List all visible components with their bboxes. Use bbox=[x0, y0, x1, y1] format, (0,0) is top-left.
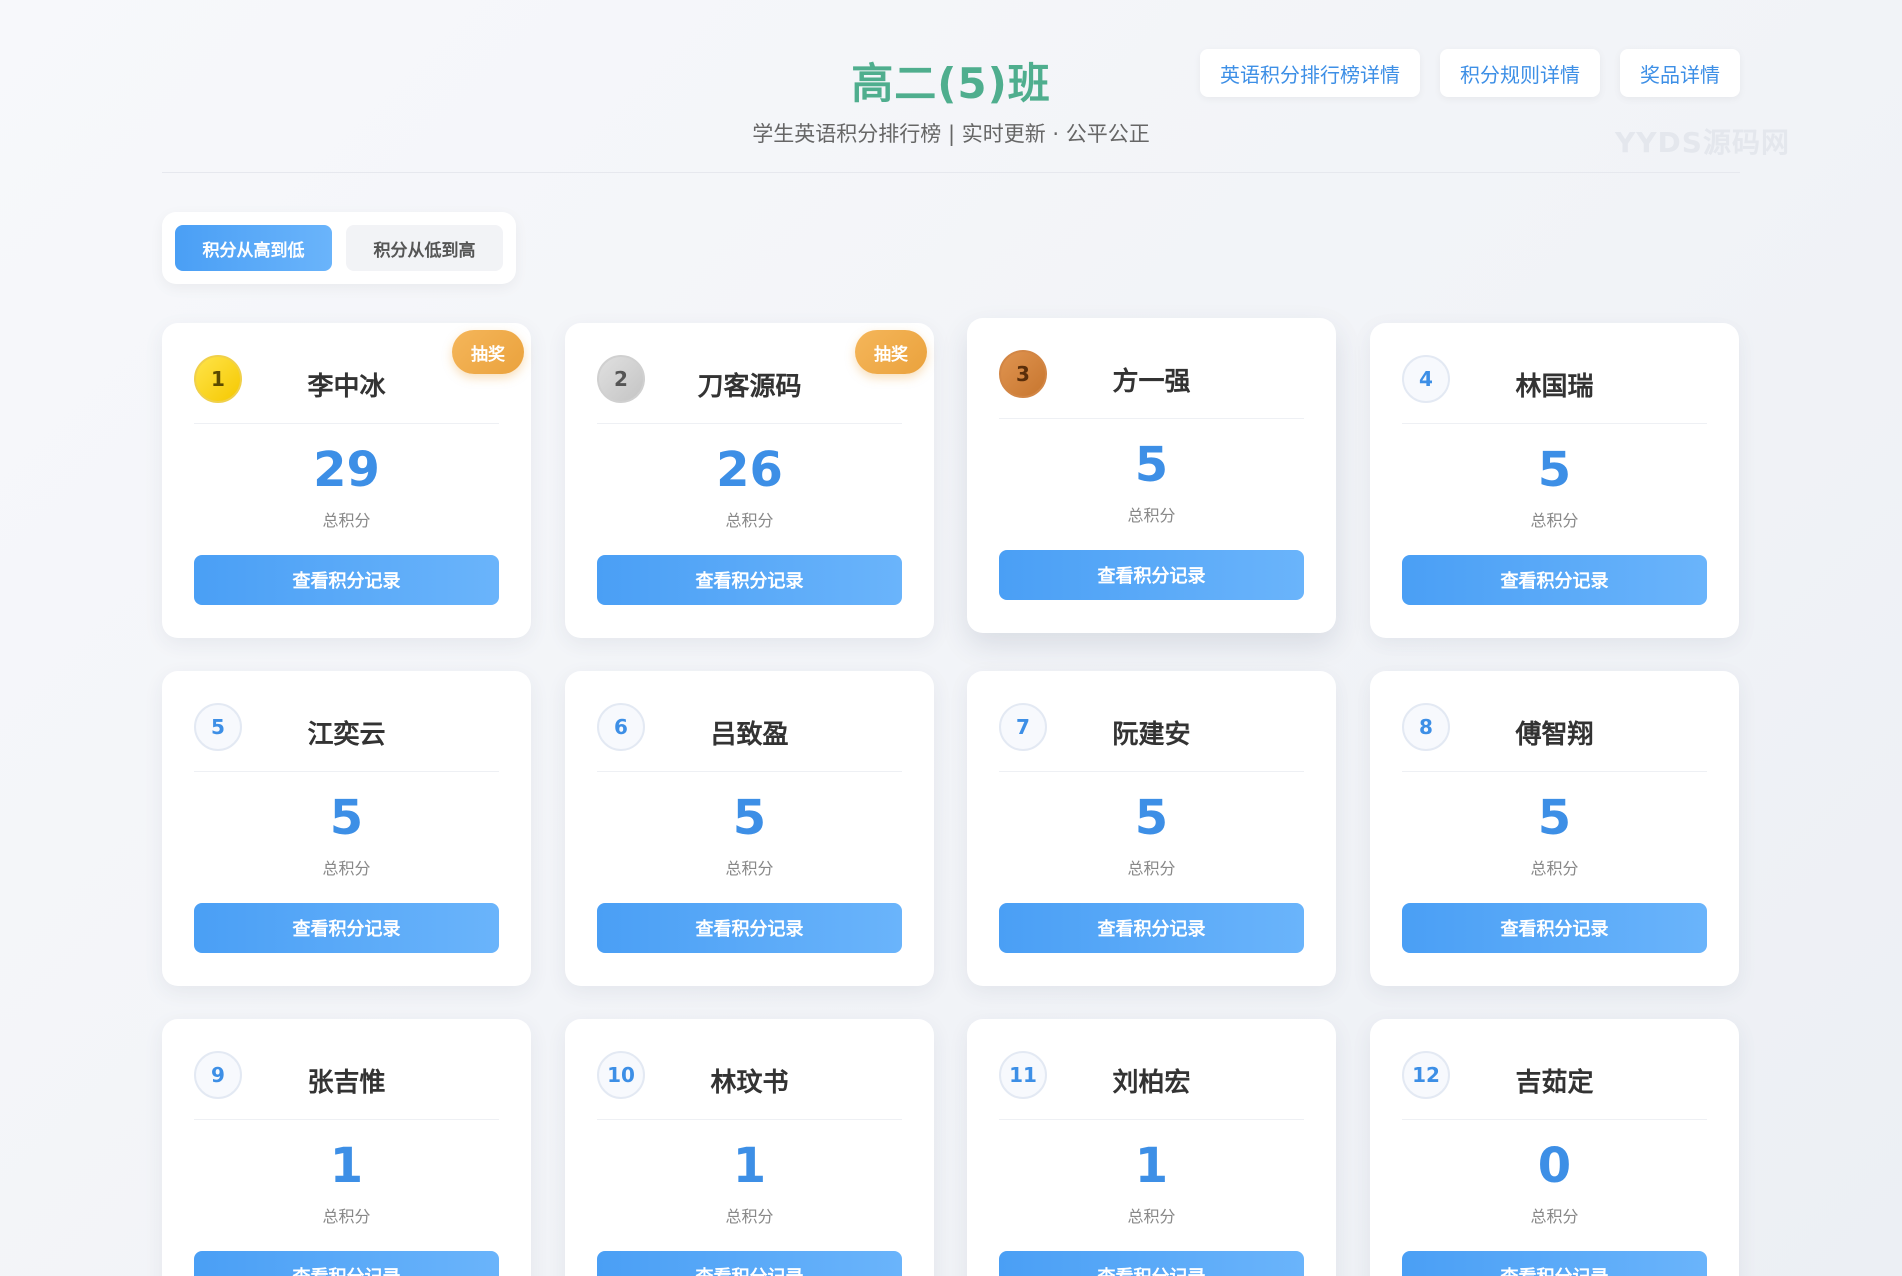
divider bbox=[999, 1119, 1304, 1120]
divider bbox=[194, 423, 499, 424]
total-score-label: 总积分 bbox=[1127, 506, 1176, 525]
student-name: 阮建安 bbox=[1112, 720, 1191, 750]
student-card: 5 江奕云 5 总积分 查看积分记录 bbox=[162, 671, 531, 986]
sort-toggle: 积分从高到低 积分从低到高 bbox=[162, 212, 516, 284]
view-record-button[interactable]: 查看积分记录 bbox=[597, 1251, 902, 1276]
ranking-details-link[interactable]: 英语积分排行榜详情 bbox=[1200, 49, 1420, 97]
student-name: 刀客源码 bbox=[697, 372, 802, 402]
watermark: YYDS源码网 bbox=[1615, 126, 1790, 159]
student-card: 4 林国瑞 5 总积分 查看积分记录 bbox=[1370, 323, 1739, 638]
student-card: 3 方一强 5 总积分 查看积分记录 bbox=[967, 318, 1336, 633]
view-record-button[interactable]: 查看积分记录 bbox=[1402, 555, 1707, 605]
student-card: 6 吕致盈 5 总积分 查看积分记录 bbox=[565, 671, 934, 986]
header-links: 英语积分排行榜详情 积分规则详情 奖品详情 bbox=[1200, 49, 1740, 97]
student-name: 林国瑞 bbox=[1515, 372, 1594, 402]
divider bbox=[597, 771, 902, 772]
student-name: 张吉惟 bbox=[307, 1068, 386, 1098]
student-name: 方一强 bbox=[1112, 367, 1191, 397]
total-score: 1 bbox=[1134, 1138, 1169, 1194]
total-score-label: 总积分 bbox=[322, 859, 371, 878]
prize-details-link[interactable]: 奖品详情 bbox=[1620, 49, 1740, 97]
student-card: 10 林玟书 1 总积分 查看积分记录 bbox=[565, 1019, 934, 1276]
total-score-label: 总积分 bbox=[1530, 1207, 1579, 1226]
divider bbox=[194, 771, 499, 772]
total-score-label: 总积分 bbox=[1530, 859, 1579, 878]
rules-details-link[interactable]: 积分规则详情 bbox=[1440, 49, 1600, 97]
student-card: 12 吉茹定 0 总积分 查看积分记录 bbox=[1370, 1019, 1739, 1276]
divider bbox=[1402, 1119, 1707, 1120]
total-score: 1 bbox=[732, 1138, 767, 1194]
student-name: 李中冰 bbox=[307, 372, 386, 402]
total-score-label: 总积分 bbox=[725, 859, 774, 878]
sort-low-to-high-button[interactable]: 积分从低到高 bbox=[346, 225, 503, 271]
total-score-label: 总积分 bbox=[1530, 511, 1579, 530]
student-name: 傅智翔 bbox=[1515, 720, 1594, 750]
student-card: 11 刘柏宏 1 总积分 查看积分记录 bbox=[967, 1019, 1336, 1276]
divider bbox=[597, 423, 902, 424]
divider bbox=[999, 418, 1304, 419]
total-score-label: 总积分 bbox=[725, 511, 774, 530]
total-score-label: 总积分 bbox=[322, 1207, 371, 1226]
view-record-button[interactable]: 查看积分记录 bbox=[194, 555, 499, 605]
student-card: 8 傅智翔 5 总积分 查看积分记录 bbox=[1370, 671, 1739, 986]
total-score-label: 总积分 bbox=[1127, 1207, 1176, 1226]
page-subtitle: 学生英语积分排行榜 | 实时更新 · 公平公正 bbox=[752, 122, 1150, 146]
divider bbox=[1402, 771, 1707, 772]
page: 高二(5)班 学生英语积分排行榜 | 实时更新 · 公平公正 英语积分排行榜详情… bbox=[0, 0, 1902, 1276]
view-record-button[interactable]: 查看积分记录 bbox=[1402, 1251, 1707, 1276]
student-card: 9 张吉惟 1 总积分 查看积分记录 bbox=[162, 1019, 531, 1276]
view-record-button[interactable]: 查看积分记录 bbox=[999, 550, 1304, 600]
view-record-button[interactable]: 查看积分记录 bbox=[999, 1251, 1304, 1276]
lottery-button[interactable]: 抽奖 bbox=[855, 330, 927, 374]
view-record-button[interactable]: 查看积分记录 bbox=[194, 903, 499, 953]
view-record-button[interactable]: 查看积分记录 bbox=[194, 1251, 499, 1276]
sort-high-to-low-button[interactable]: 积分从高到低 bbox=[175, 225, 332, 271]
total-score: 1 bbox=[329, 1138, 364, 1194]
total-score: 0 bbox=[1537, 1138, 1572, 1194]
student-name: 林玟书 bbox=[710, 1068, 789, 1098]
view-record-button[interactable]: 查看积分记录 bbox=[597, 555, 902, 605]
total-score-label: 总积分 bbox=[725, 1207, 774, 1226]
total-score: 29 bbox=[313, 442, 380, 498]
student-card: 7 阮建安 5 总积分 查看积分记录 bbox=[967, 671, 1336, 986]
view-record-button[interactable]: 查看积分记录 bbox=[999, 903, 1304, 953]
student-name: 江奕云 bbox=[307, 720, 386, 750]
total-score: 5 bbox=[329, 790, 364, 846]
total-score: 5 bbox=[1134, 790, 1169, 846]
total-score-label: 总积分 bbox=[1127, 859, 1176, 878]
total-score: 26 bbox=[716, 442, 783, 498]
student-name: 刘柏宏 bbox=[1112, 1068, 1191, 1098]
student-name: 吕致盈 bbox=[710, 720, 789, 750]
view-record-button[interactable]: 查看积分记录 bbox=[1402, 903, 1707, 953]
divider bbox=[999, 771, 1304, 772]
header: 高二(5)班 学生英语积分排行榜 | 实时更新 · 公平公正 英语积分排行榜详情… bbox=[162, 40, 1740, 173]
student-card: 1 李中冰 抽奖 29 总积分 查看积分记录 bbox=[162, 323, 531, 638]
total-score: 5 bbox=[1537, 790, 1572, 846]
total-score-label: 总积分 bbox=[322, 511, 371, 530]
divider bbox=[597, 1119, 902, 1120]
divider bbox=[1402, 423, 1707, 424]
divider bbox=[194, 1119, 499, 1120]
view-record-button[interactable]: 查看积分记录 bbox=[597, 903, 902, 953]
student-name: 吉茹定 bbox=[1515, 1068, 1594, 1098]
total-score: 5 bbox=[1134, 437, 1169, 493]
lottery-button[interactable]: 抽奖 bbox=[452, 330, 524, 374]
total-score: 5 bbox=[732, 790, 767, 846]
student-card: 2 刀客源码 抽奖 26 总积分 查看积分记录 bbox=[565, 323, 934, 638]
total-score: 5 bbox=[1537, 442, 1572, 498]
